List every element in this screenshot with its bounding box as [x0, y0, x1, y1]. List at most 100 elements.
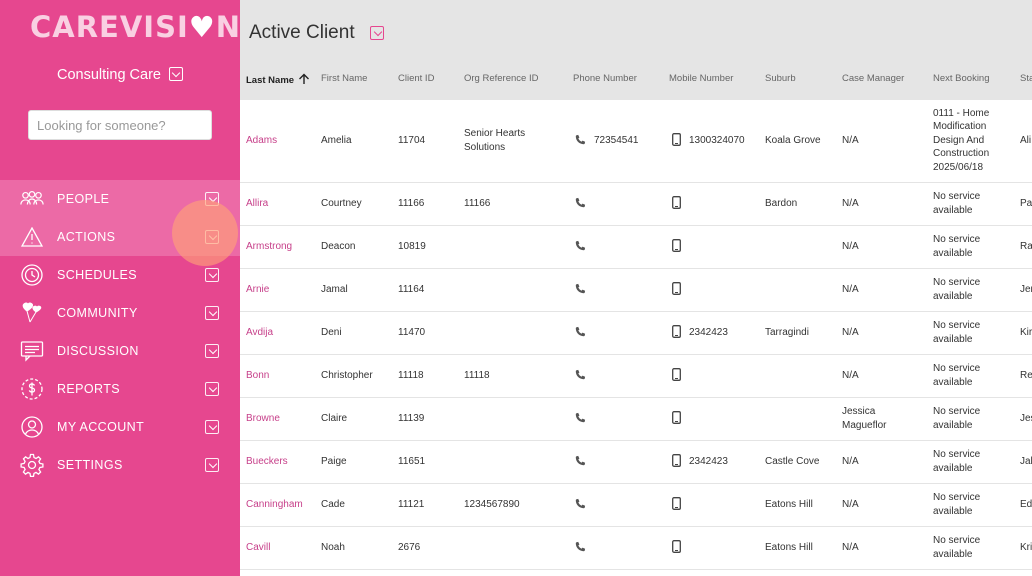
client-id-cell: 11166 [398, 197, 425, 209]
chevron-down-icon[interactable] [370, 26, 384, 40]
last-name-link[interactable]: Avdija [246, 326, 316, 340]
chevron-down-icon[interactable] [205, 344, 219, 358]
user-icon [20, 415, 44, 439]
last-name-link[interactable]: Cavill [246, 541, 316, 555]
column-header-last-name[interactable]: Last Name [246, 73, 310, 88]
mobile-icon[interactable] [672, 539, 681, 558]
column-header-mobile[interactable]: Mobile Number [669, 73, 733, 84]
next-booking-cell: No service available [933, 535, 981, 560]
next-booking-cell: No service available [933, 449, 981, 474]
status-cell: Ed [1020, 498, 1032, 510]
mobile-number-cell: 2342423 [689, 326, 728, 338]
sidebar-item-reports[interactable]: REPORTS [0, 370, 240, 408]
first-name-cell: Deacon [321, 240, 356, 252]
mobile-icon[interactable] [672, 238, 681, 257]
sidebar-item-settings[interactable]: SETTINGS [0, 446, 240, 484]
warning-icon [20, 225, 44, 249]
case-manager-cell: N/A [842, 369, 859, 381]
table-row[interactable]: Canningham Cade 11121 1234567890 Eatons Hill… [240, 484, 1032, 527]
case-manager-cell: N/A [842, 197, 859, 209]
phone-icon[interactable] [574, 133, 586, 151]
table-row[interactable]: Armstrong Deacon 10819 N/A No service availa… [240, 226, 1032, 269]
client-id-cell: 11118 [398, 369, 424, 381]
column-header-client-id[interactable]: Client ID [398, 73, 434, 84]
mobile-icon[interactable] [672, 324, 681, 343]
mobile-icon[interactable] [672, 453, 681, 472]
mobile-icon[interactable] [672, 132, 681, 151]
phone-icon[interactable] [574, 196, 586, 214]
chevron-down-icon[interactable] [205, 306, 219, 320]
first-name-cell: Jamal [321, 283, 348, 295]
sort-up-icon[interactable] [298, 73, 310, 88]
mobile-icon[interactable] [672, 410, 681, 429]
first-name-cell: Courtney [321, 197, 362, 209]
org-ref-cell: 11118 [464, 369, 490, 381]
client-id-cell: 11704 [398, 134, 426, 146]
table-row[interactable]: Allira Courtney 11166 11166 Bardon N/A No serv… [240, 183, 1032, 226]
last-name-link[interactable]: Bueckers [246, 455, 316, 469]
column-header-org-ref[interactable]: Org Reference ID [464, 73, 538, 84]
chevron-down-icon[interactable] [205, 230, 219, 244]
sidebar-item-my-account[interactable]: MY ACCOUNT [0, 408, 240, 446]
first-name-cell: Claire [321, 412, 348, 424]
org-selector[interactable]: Consulting Care [0, 67, 240, 83]
sidebar-item-label: ACTIONS [57, 230, 116, 244]
table-row[interactable]: Arnie Jamal 11164 N/A No service available Je… [240, 269, 1032, 312]
last-name-link[interactable]: Arnie [246, 283, 316, 297]
case-manager-cell: N/A [842, 455, 859, 467]
column-header-phone[interactable]: Phone Number [573, 73, 637, 84]
phone-icon[interactable] [574, 239, 586, 257]
column-header-case-manager[interactable]: Case Manager [842, 73, 904, 84]
sidebar-item-people[interactable]: PEOPLE [0, 180, 240, 218]
mobile-icon[interactable] [672, 281, 681, 300]
phone-icon[interactable] [574, 282, 586, 300]
last-name-link[interactable]: Browne [246, 412, 316, 426]
table-row[interactable]: Cavill Noah 2676 Eatons Hill N/A No service a… [240, 527, 1032, 570]
sidebar-item-discussion[interactable]: DISCUSSION [0, 332, 240, 370]
suburb-cell: Bardon [765, 197, 798, 209]
sidebar-item-community[interactable]: COMMUNITY [0, 294, 240, 332]
people-icon [20, 187, 44, 211]
phone-icon[interactable] [574, 454, 586, 472]
mobile-icon[interactable] [672, 496, 681, 515]
chevron-down-icon[interactable] [205, 192, 219, 206]
status-cell: Jer [1020, 283, 1032, 295]
mobile-icon[interactable] [672, 195, 681, 214]
gear-icon [20, 453, 44, 477]
sidebar-item-schedules[interactable]: SCHEDULES [0, 256, 240, 294]
table-row[interactable]: Bonn Christopher 11118 11118 N/A No service a… [240, 355, 1032, 398]
chevron-down-icon[interactable] [205, 268, 219, 282]
case-manager-cell: N/A [842, 240, 859, 252]
chevron-down-icon[interactable] [205, 420, 219, 434]
column-header-next-booking[interactable]: Next Booking [933, 73, 990, 84]
phone-icon[interactable] [574, 497, 586, 515]
last-name-link[interactable]: Adams [246, 134, 316, 148]
table-row[interactable]: Bueckers Paige 11651 2342423 Castle Cove N/A N… [240, 441, 1032, 484]
chevron-down-icon[interactable] [168, 67, 183, 81]
table-row[interactable]: Adams Amelia 11704 Senior Hearts Solutions 7… [240, 100, 1032, 183]
org-ref-cell: 1234567890 [464, 498, 520, 510]
search-input[interactable] [28, 110, 212, 140]
phone-icon[interactable] [574, 368, 586, 386]
phone-icon[interactable] [574, 411, 586, 429]
table-row[interactable]: Avdija Deni 11470 2342423 Tarragindi N/A No se… [240, 312, 1032, 355]
last-name-link[interactable]: Allira [246, 197, 316, 211]
phone-icon[interactable] [574, 325, 586, 343]
column-header-suburb[interactable]: Suburb [765, 73, 796, 84]
next-booking-cell: No service available [933, 277, 981, 302]
status-cell: Kir [1020, 326, 1032, 338]
sidebar-item-actions[interactable]: ACTIONS [0, 218, 240, 256]
carevision-logo[interactable]: CAREVISI♥N [30, 10, 241, 44]
chevron-down-icon[interactable] [205, 458, 219, 472]
next-booking-cell: No service available [933, 492, 981, 517]
phone-icon[interactable] [574, 540, 586, 558]
table-row[interactable]: Browne Claire 11139 Jessica Magueflor No ser… [240, 398, 1032, 441]
last-name-link[interactable]: Bonn [246, 369, 316, 383]
last-name-link[interactable]: Armstrong [246, 240, 316, 254]
column-header-status[interactable]: Sta [1020, 73, 1032, 84]
case-manager-cell: N/A [842, 326, 859, 338]
last-name-link[interactable]: Canningham [246, 498, 316, 512]
mobile-icon[interactable] [672, 367, 681, 386]
column-header-first-name[interactable]: First Name [321, 73, 367, 84]
chevron-down-icon[interactable] [205, 382, 219, 396]
